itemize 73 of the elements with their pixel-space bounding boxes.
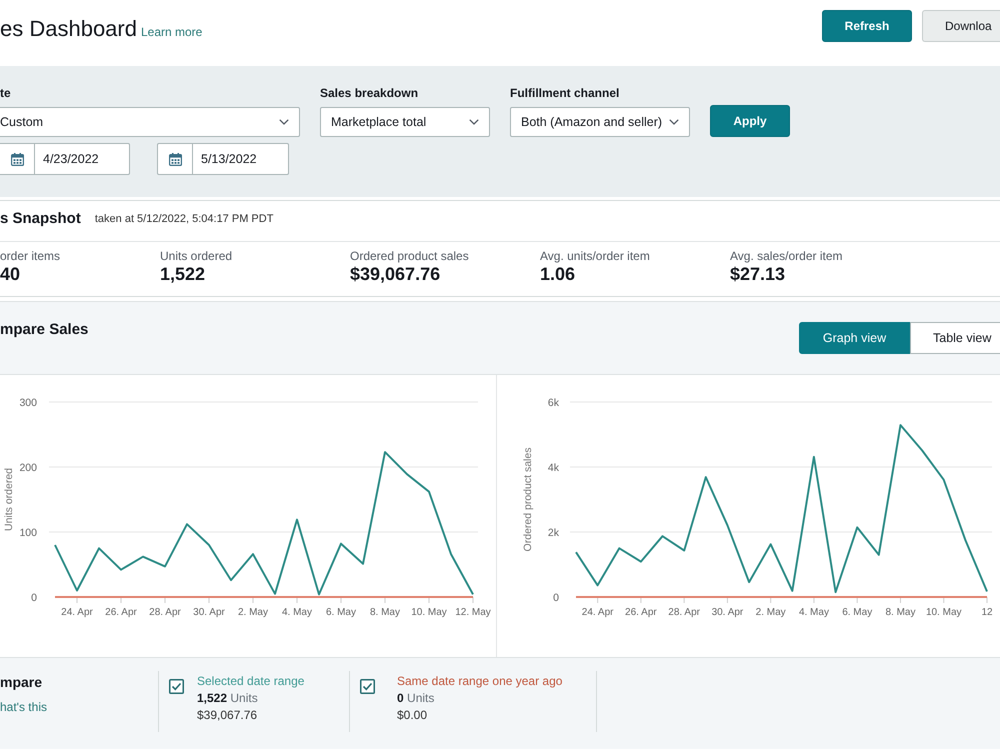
caret-icon	[669, 119, 679, 125]
axis-tick-label: 8. May	[370, 607, 400, 618]
series-name: Same date range one year ago	[397, 673, 562, 690]
metric-label: Ordered product sales	[350, 249, 470, 263]
section-title: s Snapshot	[0, 210, 81, 227]
date-field[interactable]: 4/23/2022	[0, 143, 130, 175]
axis-tick-label: 30. Apr	[193, 607, 225, 618]
snapshot-timestamp: taken at 5/12/2022, 5:04:17 PM PDT	[94, 212, 274, 224]
caret-icon	[469, 119, 479, 125]
axis-tick-label: 0	[31, 592, 37, 604]
axis-tick-label: 8. May	[885, 607, 916, 618]
field-label: te	[0, 86, 12, 100]
axis-tick-label: 26. Apr	[625, 607, 657, 618]
axis-tick-label: 2k	[548, 527, 559, 539]
section-title: mpare Sales	[0, 321, 90, 338]
metric-value: 1.06	[540, 263, 576, 285]
axis-tick-label: 300	[19, 397, 37, 409]
field-label: Sales breakdown	[320, 86, 420, 100]
axis-title: Units ordered	[3, 468, 15, 532]
metric-value: $39,067.76	[350, 263, 442, 285]
axis-tick-label: 4. May	[282, 607, 312, 618]
checkbox[interactable]	[360, 679, 375, 694]
sales-total: $39,067.76	[197, 707, 258, 724]
calendar-icon	[10, 152, 24, 166]
dropdown[interactable]: Marketplace total	[320, 107, 490, 137]
axis-tick-label: 200	[19, 462, 37, 474]
axis-tick-label: 6. May	[326, 607, 356, 618]
axis-tick-label: 2. May	[238, 607, 268, 618]
axis-tick-label: 2. May	[756, 607, 786, 618]
axis-tick-label: 12	[981, 607, 993, 618]
metric-value: $27.13	[730, 263, 786, 285]
view-tab[interactable]: Table view	[910, 322, 1000, 354]
axis-tick-label: 30. Apr	[712, 607, 744, 618]
metric-value: 40	[0, 263, 22, 285]
axis-tick-label: 0	[553, 592, 559, 604]
view-tab[interactable]: Graph view	[799, 322, 910, 354]
refresh-button[interactable]: Refresh	[822, 10, 912, 42]
download-button[interactable]: Downloa	[922, 10, 1000, 42]
dropdown[interactable]: Custom	[0, 107, 300, 137]
series-name: Selected date range	[197, 673, 304, 690]
axis-tick-label: 28. Apr	[668, 607, 700, 618]
axis-tick-label: 4k	[548, 462, 559, 474]
axis-tick-label: 26. Apr	[105, 607, 137, 618]
help-link[interactable]: hat's this	[0, 700, 47, 714]
field-label: Fulfillment channel	[510, 86, 620, 100]
axis-tick-label: 10. May	[926, 607, 962, 618]
caret-icon	[279, 119, 289, 125]
units-total: 1,522 Units	[197, 690, 258, 707]
date-field[interactable]: 5/13/2022	[157, 143, 289, 175]
axis-tick-label: 28. Apr	[149, 607, 181, 618]
dropdown[interactable]: Both (Amazon and seller)	[510, 107, 690, 137]
axis-tick-label: 6. May	[842, 607, 872, 618]
units-total: 0 Units	[397, 690, 434, 707]
metric-label: Avg. sales/order item	[730, 249, 844, 263]
axis-tick-label: 100	[19, 527, 37, 539]
axis-tick-label: 24. Apr	[582, 607, 614, 618]
page-title: es Dashboard	[0, 16, 137, 42]
learn-more-link[interactable]: Learn more	[140, 25, 202, 39]
metric-label: Avg. units/order item	[540, 249, 651, 263]
checkbox[interactable]	[169, 679, 184, 694]
metric-label: Units ordered	[160, 249, 234, 263]
calendar-icon	[168, 152, 182, 166]
axis-title: Ordered product sales	[522, 448, 534, 552]
metric-label: order items	[0, 249, 62, 263]
sales-total: $0.00	[397, 707, 428, 724]
axis-tick-label: 12. May	[455, 607, 491, 618]
axis-tick-label: 10. May	[411, 607, 447, 618]
axis-tick-label: 6k	[548, 397, 559, 409]
axis-tick-label: 4. May	[798, 607, 829, 618]
section-title: mpare	[0, 674, 42, 691]
axis-tick-label: 24. Apr	[61, 607, 93, 618]
apply-button[interactable]: Apply	[710, 105, 790, 137]
metric-value: 1,522	[160, 263, 206, 285]
